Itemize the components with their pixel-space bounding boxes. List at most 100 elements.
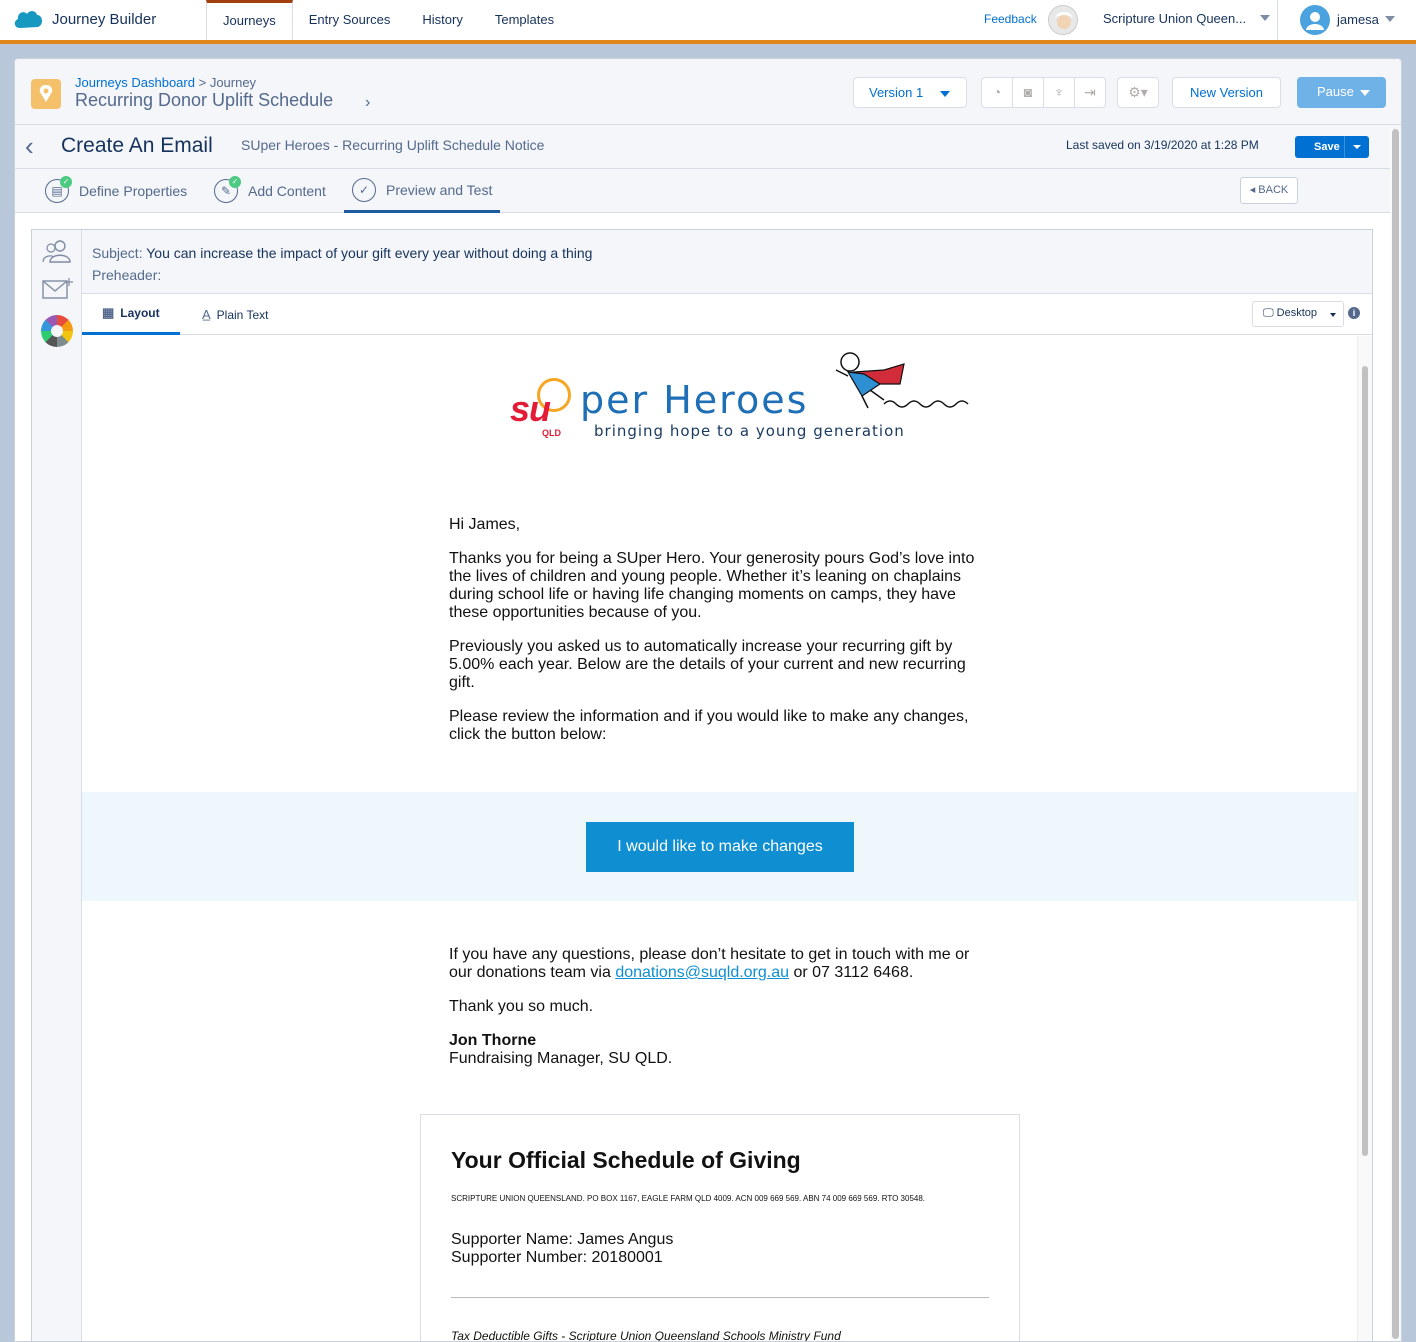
complete-check-icon: ✓ [229, 176, 241, 188]
logo-su: su [510, 388, 551, 429]
properties-icon: ▤ ✓ [45, 176, 72, 203]
page-scrollbar[interactable] [1390, 129, 1401, 1341]
user-name[interactable]: jamesa [1337, 12, 1379, 27]
make-changes-button[interactable]: I would like to make changes [586, 822, 854, 872]
einstein-avatar-icon[interactable] [1048, 5, 1078, 35]
save-button-group[interactable]: Save [1295, 136, 1369, 158]
journey-shell: Journeys Dashboard > Journey Recurring D… [14, 58, 1402, 1342]
version-label: Version 1 [869, 85, 924, 100]
app-brand[interactable]: Journey Builder [12, 8, 156, 30]
journey-title[interactable]: Recurring Donor Uplift Schedule [75, 90, 333, 111]
email-editor-header: ‹ Create An Email SUper Heroes - Recurri… [15, 125, 1401, 169]
device-label: Desktop [1276, 307, 1318, 319]
user-avatar-icon[interactable] [1300, 5, 1330, 35]
exit-icon[interactable]: ⇥ [1075, 78, 1105, 107]
feedback-link[interactable]: Feedback [984, 12, 1037, 26]
layout-icon: ▦ [102, 305, 115, 320]
subscribers-icon[interactable] [41, 238, 73, 266]
org-caret-icon[interactable] [1260, 15, 1270, 21]
pause-caret-icon [1360, 90, 1370, 96]
supporter-name: Supporter Name: James Angus [451, 1231, 674, 1248]
preview-tools-rail [32, 230, 82, 1341]
schedule-heading: Your Official Schedule of Giving [451, 1147, 801, 1173]
check-circle-icon: ✓ [352, 177, 376, 202]
questions-paragraph: If you have any questions, please don’t … [449, 946, 979, 982]
breadcrumb-dashboard-link[interactable]: Journeys Dashboard [75, 75, 195, 90]
breadcrumb-current: Journey [209, 75, 257, 90]
journey-pin-icon [31, 79, 61, 109]
nav-tab-templates[interactable]: Templates [479, 0, 570, 42]
send-test-email-icon[interactable] [41, 276, 73, 304]
schedule-of-giving: Your Official Schedule of Giving SCRIPTU… [420, 1114, 1020, 1342]
org-switcher[interactable]: Scripture Union Queen... [1103, 11, 1246, 26]
email-name: SUper Heroes - Recurring Uplift Schedule… [241, 137, 545, 153]
trophy-icon[interactable]: ♆ [1044, 78, 1075, 107]
pause-label: Pause [1317, 84, 1354, 99]
cta-band: I would like to make changes [82, 792, 1357, 901]
step-label: Define Properties [79, 183, 188, 199]
divider [1277, 0, 1278, 40]
preview-scrollbar[interactable] [1357, 336, 1372, 1341]
complete-check-icon: ✓ [60, 176, 72, 188]
email-body: Hi James, Thanks you for being a SUper H… [449, 516, 979, 760]
supporter-number: Supporter Number: 20180001 [451, 1249, 663, 1266]
divider [451, 1297, 989, 1298]
journey-header: Journeys Dashboard > Journey Recurring D… [15, 59, 1401, 125]
version-dropdown[interactable]: Version 1 [853, 77, 967, 108]
user-caret-icon[interactable] [1385, 16, 1395, 22]
subject-value: You can increase the impact of your gift… [146, 245, 593, 261]
app-name: Journey Builder [52, 10, 157, 28]
greeting: Hi James, [449, 516, 521, 533]
subject-label: Subject: [92, 245, 143, 261]
step-label: Preview and Test [386, 181, 493, 198]
breadcrumb: Journeys Dashboard > Journey [75, 75, 256, 90]
signature: Jon Thorne Fundraising Manager, SU QLD. [449, 1032, 979, 1068]
scroll-thumb[interactable] [1392, 129, 1399, 1339]
new-version-button[interactable]: New Version [1172, 77, 1281, 108]
device-select[interactable]: 🖵 Desktop [1252, 301, 1344, 327]
logo-name: per Heroes [580, 378, 809, 422]
chevron-down-icon [940, 91, 950, 97]
scroll-thumb[interactable] [1362, 366, 1368, 1156]
phone-text: or 07 3112 6468. [793, 964, 914, 981]
settings-gear-icon[interactable]: ⚙▾ [1117, 77, 1159, 108]
text-icon: A̲ [202, 307, 211, 322]
pause-button[interactable]: Pause [1297, 77, 1386, 108]
nav-tab-history[interactable]: History [406, 0, 478, 42]
wizard-steps: ▤ ✓ Define Properties ✎ ✓ Add Content ✓ Pr… [15, 169, 1401, 213]
tab-layout[interactable]: ▦ Layout [82, 294, 180, 335]
global-header: Journey Builder Journeys Entry Sources H… [0, 0, 1416, 44]
super-heroes-logo: su QLD per Heroes bringing hope to a you… [510, 350, 990, 446]
save-button[interactable]: Save [1295, 136, 1345, 158]
back-label: BACK [1258, 184, 1289, 196]
brand-stripe [0, 40, 1416, 44]
step-add-content[interactable]: ✎ ✓ Add Content [214, 169, 326, 213]
paragraph-3: Please review the information and if you… [449, 708, 969, 743]
supporter-details: Supporter Name: James Angus Supporter Nu… [451, 1231, 673, 1267]
save-options-caret-icon[interactable] [1353, 145, 1361, 149]
paragraph-2: Previously you asked us to automatically… [449, 638, 966, 691]
donations-email-link[interactable]: donations@suqld.org.au [615, 964, 789, 981]
info-icon[interactable]: i [1348, 307, 1360, 319]
step-preview-and-test[interactable]: ✓ Preview and Test [344, 169, 501, 213]
goal-chart-icon[interactable]: ◔ [982, 78, 1013, 107]
last-saved-text: Last saved on 3/19/2020 at 1:28 PM [1066, 138, 1259, 152]
back-chevron-icon[interactable]: ‹ [25, 131, 34, 162]
journey-tools: ◔ ◙ ♆ ⇥ [981, 77, 1106, 108]
step-define-properties[interactable]: ▤ ✓ Define Properties [45, 169, 187, 213]
main-nav: Journeys Entry Sources History Templates [206, 0, 570, 44]
color-wheel-icon[interactable] [41, 315, 73, 347]
nav-tab-entry-sources[interactable]: Entry Sources [293, 0, 407, 42]
camera-icon[interactable]: ◙ [1013, 78, 1044, 107]
tax-line: Tax Deductible Gifts - Scripture Union Q… [451, 1329, 841, 1342]
tab-plain-text[interactable]: A̲ Plain Text [202, 294, 268, 335]
nav-tab-journeys[interactable]: Journeys [206, 0, 293, 44]
logo-tagline: bringing hope to a young generation [594, 422, 905, 440]
step-label: Add Content [248, 183, 326, 199]
editor-title: Create An Email [61, 134, 213, 157]
tab-label: Layout [120, 306, 160, 320]
preview-tabs: ▦ Layout A̲ Plain Text 🖵 Desktop i [82, 294, 1372, 335]
back-button[interactable]: ◂ BACK [1240, 177, 1298, 204]
chevron-right-icon[interactable]: › [365, 94, 370, 112]
email-footer-text: If you have any questions, please don’t … [449, 946, 979, 1084]
